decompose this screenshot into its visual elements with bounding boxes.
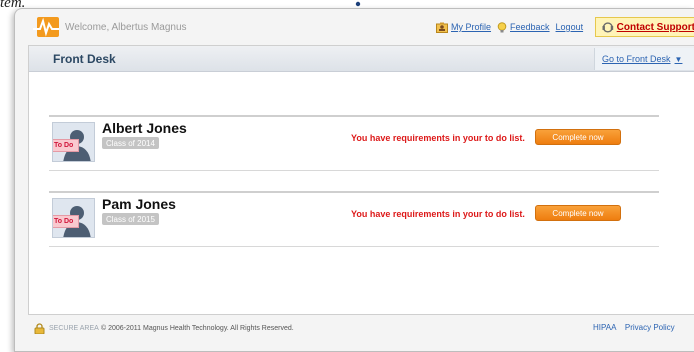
panel-header: Front Desk Go to Front Desk ▼	[29, 46, 694, 72]
go-to-front-desk-label: Go to Front Desk	[602, 54, 671, 64]
requirements-message: You have requirements in your to do list…	[351, 133, 525, 143]
student-row: To Do Pam Jones Class of 2015 You have r…	[49, 191, 659, 247]
top-links: My Profile Feedback Logout	[436, 20, 583, 34]
privacy-policy-link[interactable]: Privacy Policy	[625, 323, 675, 332]
profile-icon	[436, 22, 448, 33]
secure-area-label: SECURE AREA	[49, 325, 99, 332]
class-badge: Class of 2015	[102, 213, 159, 225]
feedback-label: Feedback	[510, 22, 550, 32]
avatar[interactable]: To Do	[52, 198, 95, 238]
my-profile-link[interactable]: My Profile	[436, 22, 491, 33]
contact-support-icon	[602, 22, 614, 33]
page-title: Front Desk	[53, 52, 116, 66]
todo-badge: To Do	[53, 139, 79, 152]
top-bar: Welcome, Albertus Magnus My Profile Feed…	[15, 9, 694, 43]
front-desk-panel: Front Desk Go to Front Desk ▼ To Do Albe…	[28, 45, 694, 315]
avatar[interactable]: To Do	[52, 122, 95, 162]
contact-support-label: Contact Support	[616, 21, 694, 33]
contact-support-button[interactable]: Contact Support	[595, 17, 694, 37]
todo-badge: To Do	[53, 215, 79, 228]
copyright-text: © 2006-2011 Magnus Health Technology. Al…	[101, 325, 294, 332]
footer-links: HIPAA Privacy Policy	[593, 323, 675, 332]
student-name[interactable]: Pam Jones	[102, 196, 176, 212]
class-badge: Class of 2014	[102, 137, 159, 149]
go-to-front-desk-dropdown[interactable]: Go to Front Desk ▼	[594, 48, 694, 70]
app-window: Welcome, Albertus Magnus My Profile Feed…	[14, 8, 694, 352]
feedback-link[interactable]: Feedback	[497, 21, 550, 33]
logout-link[interactable]: Logout	[556, 22, 584, 32]
magnus-logo[interactable]	[33, 17, 59, 37]
logout-label: Logout	[555, 22, 584, 32]
my-profile-label: My Profile	[451, 22, 492, 32]
welcome-text: Welcome, Albertus Magnus	[65, 22, 187, 33]
student-name[interactable]: Albert Jones	[102, 120, 187, 136]
complete-now-button[interactable]: Complete now	[535, 129, 621, 145]
student-row: To Do Albert Jones Class of 2014 You hav…	[49, 115, 659, 171]
feedback-icon	[497, 21, 507, 32]
complete-now-button[interactable]: Complete now	[535, 205, 621, 221]
requirements-message: You have requirements in your to do list…	[351, 209, 525, 219]
hipaa-link[interactable]: HIPAA	[593, 323, 616, 332]
footer: SECURE AREA © 2006-2011 Magnus Health Te…	[15, 315, 694, 339]
lock-icon	[34, 323, 45, 334]
chevron-down-icon: ▼	[674, 54, 683, 64]
